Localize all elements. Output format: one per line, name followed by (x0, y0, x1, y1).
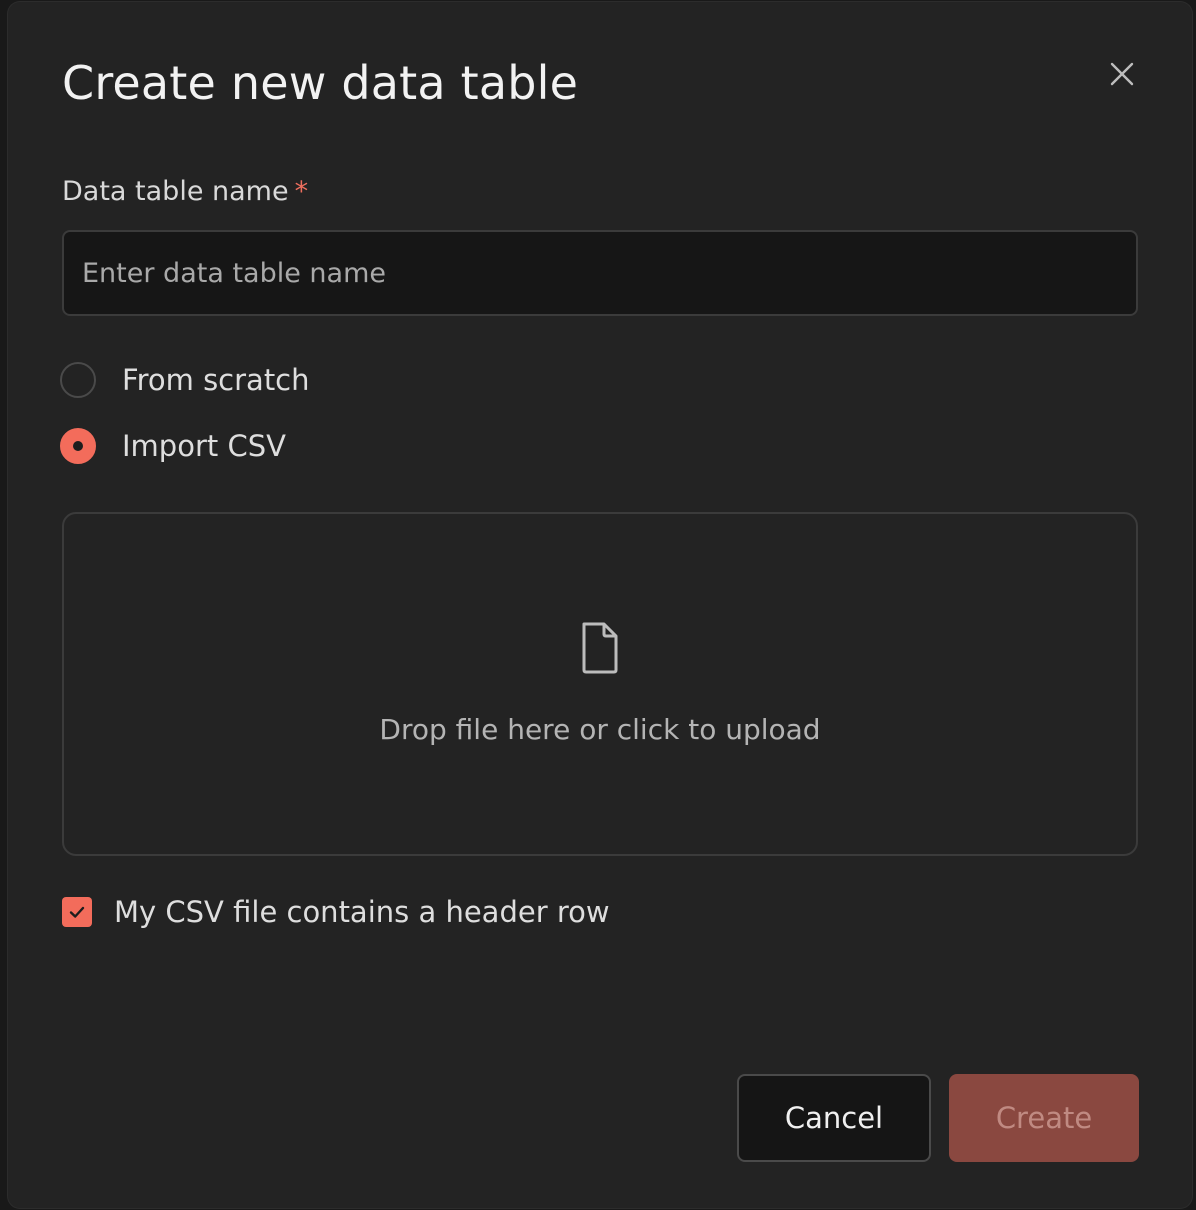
cancel-button[interactable]: Cancel (737, 1074, 931, 1162)
dialog-title: Create new data table (62, 56, 579, 110)
create-button[interactable]: Create (949, 1074, 1139, 1162)
file-icon (582, 622, 618, 674)
radio-label-import-csv: Import CSV (122, 429, 286, 463)
checkmark-icon (69, 906, 85, 918)
radio-option-from-scratch[interactable]: From scratch (60, 360, 310, 400)
header-row-checkbox[interactable] (62, 897, 92, 927)
data-table-name-label-text: Data table name (62, 176, 289, 207)
radio-option-import-csv[interactable]: Import CSV (60, 426, 286, 466)
close-button[interactable] (1106, 58, 1138, 90)
create-data-table-dialog: Create new data table Data table name* F… (8, 2, 1192, 1208)
required-marker: * (294, 176, 309, 207)
header-row-checkbox-label: My CSV file contains a header row (114, 895, 610, 929)
close-icon (1110, 62, 1134, 86)
radio-checked[interactable] (60, 428, 96, 464)
dropzone-text: Drop file here or click to upload (379, 713, 821, 746)
data-table-name-input[interactable] (62, 230, 1138, 316)
header-row-checkbox-row[interactable]: My CSV file contains a header row (62, 892, 610, 932)
radio-label-from-scratch: From scratch (122, 363, 310, 397)
data-table-name-label: Data table name * (62, 174, 308, 210)
radio-dot (73, 441, 83, 451)
radio-unchecked[interactable] (60, 362, 96, 398)
file-dropzone[interactable]: Drop file here or click to upload (62, 512, 1138, 856)
